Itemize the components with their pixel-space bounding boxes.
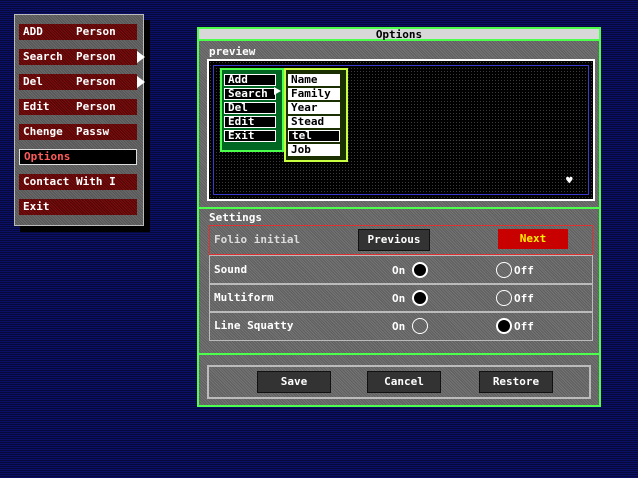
main-menu: ADD Person Search Person Del Person Edit… (14, 14, 145, 226)
preview-subitem: Year (288, 102, 340, 114)
setting-row-folio-initial: Folio initial Previous Next (209, 225, 593, 255)
submenu-arrow-icon (137, 51, 145, 63)
sound-on-label: On (392, 264, 406, 277)
preview-subitem: Name (288, 74, 340, 86)
multiform-on-label: On (392, 292, 406, 305)
sound-label: Sound (214, 263, 248, 276)
settings-label: Settings (209, 211, 262, 224)
window-title: Options (199, 29, 599, 41)
preview-submenu-column: Name Family Year Stead tel Job (284, 68, 348, 162)
options-window: Options preview Add Search Del Edit Exit… (197, 27, 601, 407)
setting-row-line-squatty: Line Squatty On Off (209, 311, 593, 341)
preview-subitem-selected: tel (288, 130, 340, 142)
line-squatty-label: Line Squatty (214, 319, 294, 332)
preview-item: Search (224, 88, 276, 100)
preview-item: Add (224, 74, 276, 86)
divider (199, 207, 599, 209)
setting-row-sound: Sound On Off (209, 255, 593, 285)
preview-subitem: Family (288, 88, 340, 100)
preview-item: Exit (224, 130, 276, 142)
multiform-on-radio[interactable] (412, 290, 428, 306)
menu-item-search-person[interactable]: Search Person (19, 49, 137, 65)
sound-off-radio[interactable] (496, 262, 512, 278)
preview-subitem: Stead (288, 116, 340, 128)
submenu-arrow-icon (137, 76, 145, 88)
line-squatty-off-radio[interactable] (496, 318, 512, 334)
preview-menu-column: Add Search Del Edit Exit (220, 68, 284, 152)
line-squatty-on-label: On (392, 320, 406, 333)
button-bar: Save Cancel Restore (207, 365, 591, 399)
sound-off-label: Off (514, 264, 534, 277)
preview-arrow-icon (274, 87, 281, 95)
menu-item-contact[interactable]: Contact With I (19, 174, 137, 190)
preview-subitem: Job (288, 144, 340, 156)
line-squatty-off-label: Off (514, 320, 534, 333)
preview-panel: Add Search Del Edit Exit Name Family Yea… (207, 59, 595, 201)
menu-item-exit[interactable]: Exit (19, 199, 137, 215)
folio-initial-label: Folio initial (214, 233, 301, 246)
preview-canvas: Add Search Del Edit Exit Name Family Yea… (213, 65, 589, 195)
divider (199, 353, 599, 355)
preview-item: Edit (224, 116, 276, 128)
menu-item-change-password[interactable]: Chenge Passw (19, 124, 137, 140)
multiform-off-label: Off (514, 292, 534, 305)
menu-item-del-person[interactable]: Del Person (19, 74, 137, 90)
preview-label: preview (209, 45, 256, 58)
menu-item-options[interactable]: Options (19, 149, 137, 165)
menu-item-add-person[interactable]: ADD Person (19, 24, 137, 40)
restore-button[interactable]: Restore (479, 371, 553, 393)
save-button[interactable]: Save (257, 371, 331, 393)
multiform-label: Multiform (214, 291, 274, 304)
sound-on-radio[interactable] (412, 262, 428, 278)
cancel-button[interactable]: Cancel (367, 371, 441, 393)
line-squatty-on-radio[interactable] (412, 318, 428, 334)
menu-item-edit-person[interactable]: Edit Person (19, 99, 137, 115)
heart-icon: ♥ (566, 174, 573, 187)
multiform-off-radio[interactable] (496, 290, 512, 306)
preview-item: Del (224, 102, 276, 114)
next-button[interactable]: Next (498, 229, 568, 249)
previous-button[interactable]: Previous (358, 229, 430, 251)
setting-row-multiform: Multiform On Off (209, 283, 593, 313)
